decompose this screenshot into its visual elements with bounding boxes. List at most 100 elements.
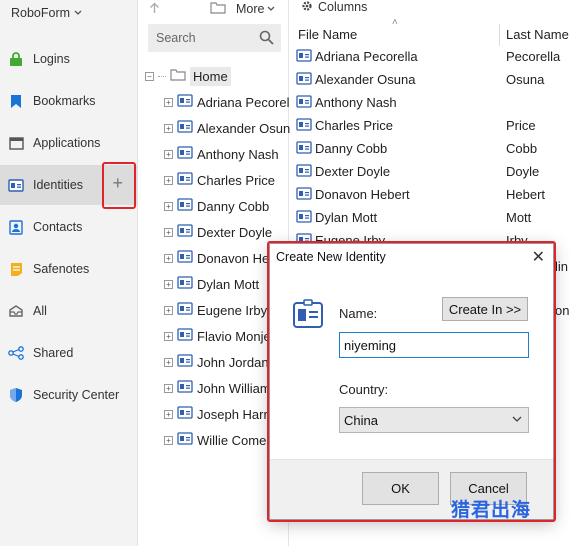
table-row[interactable]: Dylan Mott Mott [291, 206, 571, 229]
identity-card-icon [177, 94, 193, 110]
watermark: 猎君出海 [451, 499, 532, 521]
search-placeholder: Search [156, 31, 196, 45]
application-icon [8, 135, 24, 151]
brand-menu[interactable]: RoboForm [11, 6, 82, 20]
tree-item-label: Adriana Pecorella [197, 94, 290, 110]
tree-item-label: John Jordan [197, 354, 269, 370]
file-name-cell: Danny Cobb [315, 141, 388, 156]
tree-root-home[interactable]: − Home [145, 64, 290, 88]
sidebar-item-shared[interactable]: Shared [0, 333, 137, 373]
file-name-cell: Alexander Osuna [315, 72, 416, 87]
contact-icon [8, 219, 24, 235]
file-name-cell: Adriana Pecorella [315, 49, 418, 64]
sidebar-item-bookmarks[interactable]: Bookmarks [0, 81, 137, 121]
tree-item-label: John Williams [197, 380, 278, 396]
sidebar-item-label: Shared [33, 346, 74, 360]
expand-icon[interactable]: + [164, 123, 173, 133]
stack-icon [8, 303, 24, 319]
table-row[interactable]: Adriana Pecorella Pecorella [291, 45, 571, 68]
expand-icon[interactable]: + [164, 227, 173, 237]
identity-card-icon [296, 140, 312, 157]
gear-icon [301, 0, 313, 15]
partial-text: on [555, 303, 570, 318]
expand-icon[interactable]: + [164, 201, 173, 211]
expand-icon[interactable]: + [164, 409, 173, 419]
table-row[interactable]: Alexander Osuna Osuna [291, 68, 571, 91]
expand-icon[interactable]: + [164, 383, 173, 393]
sidebar-item-contacts[interactable]: Contacts [0, 207, 137, 247]
sidebar-item-label: Security Center [33, 388, 120, 402]
highlight-box [267, 241, 556, 522]
tree-item[interactable]: + Danny Cobb [164, 194, 290, 218]
expand-icon[interactable]: + [164, 279, 173, 289]
sidebar-item-applications[interactable]: Applications [0, 123, 137, 163]
sidebar-item-label: Safenotes [33, 262, 90, 276]
tree-root-label: Home [190, 66, 231, 86]
column-file-name[interactable]: File Name [298, 27, 357, 42]
last-name-cell: Pecorella [506, 49, 561, 64]
tree-item-label: Willie Comer [197, 432, 271, 448]
tree-item-label: Danny Cobb [197, 198, 270, 214]
expand-icon[interactable]: + [164, 97, 173, 107]
new-folder-icon[interactable] [210, 1, 226, 17]
identity-card-icon [177, 354, 193, 370]
tree-connector [158, 75, 166, 77]
expand-icon[interactable]: + [164, 331, 173, 341]
folder-icon [170, 68, 186, 84]
last-name-cell: Osuna [506, 72, 545, 87]
column-last-name[interactable]: Last Name [506, 27, 569, 42]
expand-icon[interactable]: + [164, 253, 173, 263]
column-divider[interactable] [499, 24, 500, 46]
table-row[interactable]: Dexter Doyle Doyle [291, 160, 571, 183]
last-name-cell: Hebert [506, 187, 546, 202]
tree-item-label: Flavio Monje [197, 328, 271, 344]
last-name-cell: Mott [506, 210, 532, 225]
sidebar: RoboForm Logins Bookmarks Applications I… [0, 0, 138, 546]
identity-card-icon [296, 94, 312, 111]
expand-icon[interactable]: + [164, 305, 173, 315]
tree-item[interactable]: + Adriana Pecorella [164, 90, 290, 114]
expand-icon[interactable]: + [164, 175, 173, 185]
sidebar-item-all[interactable]: All [0, 291, 137, 331]
sidebar-item-security-center[interactable]: Security Center [0, 375, 137, 415]
sidebar-item-label: Applications [33, 136, 101, 150]
file-name-cell: Donavon Hebert [315, 187, 410, 202]
brand-label: RoboForm [11, 6, 71, 20]
sidebar-item-label: Bookmarks [33, 94, 96, 108]
table-row[interactable]: Anthony Nash [291, 91, 571, 114]
collapse-icon[interactable]: − [145, 71, 154, 81]
expand-icon[interactable]: + [164, 435, 173, 445]
last-name-cell: Price [506, 118, 536, 133]
file-name-cell: Dexter Doyle [315, 164, 391, 179]
expand-icon[interactable]: + [164, 357, 173, 367]
sort-ascending-icon: ˄ [392, 17, 398, 28]
identity-card-icon [177, 250, 193, 266]
file-name-cell: Dylan Mott [315, 210, 378, 225]
search-icon[interactable] [259, 30, 274, 48]
more-menu[interactable]: More [236, 2, 275, 16]
identity-card-icon [296, 209, 312, 226]
search-input[interactable]: Search [148, 24, 281, 52]
sidebar-item-logins[interactable]: Logins [0, 39, 137, 79]
tree-item-label: Joseph Harris [197, 406, 278, 422]
table-row[interactable]: Danny Cobb Cobb [291, 137, 571, 160]
sidebar-item-label: Contacts [33, 220, 83, 234]
expand-icon[interactable]: + [164, 149, 173, 159]
identity-card-icon [177, 172, 193, 188]
identity-card-icon [177, 198, 193, 214]
tree-item-label: Eugene Irby [197, 302, 268, 318]
last-name-cell: Cobb [506, 141, 538, 156]
tree-item[interactable]: + Anthony Nash [164, 142, 290, 166]
identity-card-icon [296, 117, 312, 134]
table-row[interactable]: Charles Price Price [291, 114, 571, 137]
table-row[interactable]: Donavon Hebert Hebert [291, 183, 571, 206]
share-icon [8, 345, 24, 361]
note-icon [8, 261, 24, 277]
highlight-box [102, 162, 136, 209]
tree-item[interactable]: + Alexander Osuna [164, 116, 290, 140]
tree-item-label: Anthony Nash [197, 146, 279, 162]
columns-button[interactable]: Columns [301, 0, 367, 14]
tree-item[interactable]: + Charles Price [164, 168, 290, 192]
sidebar-item-safenotes[interactable]: Safenotes [0, 249, 137, 289]
up-arrow-icon[interactable] [149, 2, 160, 17]
